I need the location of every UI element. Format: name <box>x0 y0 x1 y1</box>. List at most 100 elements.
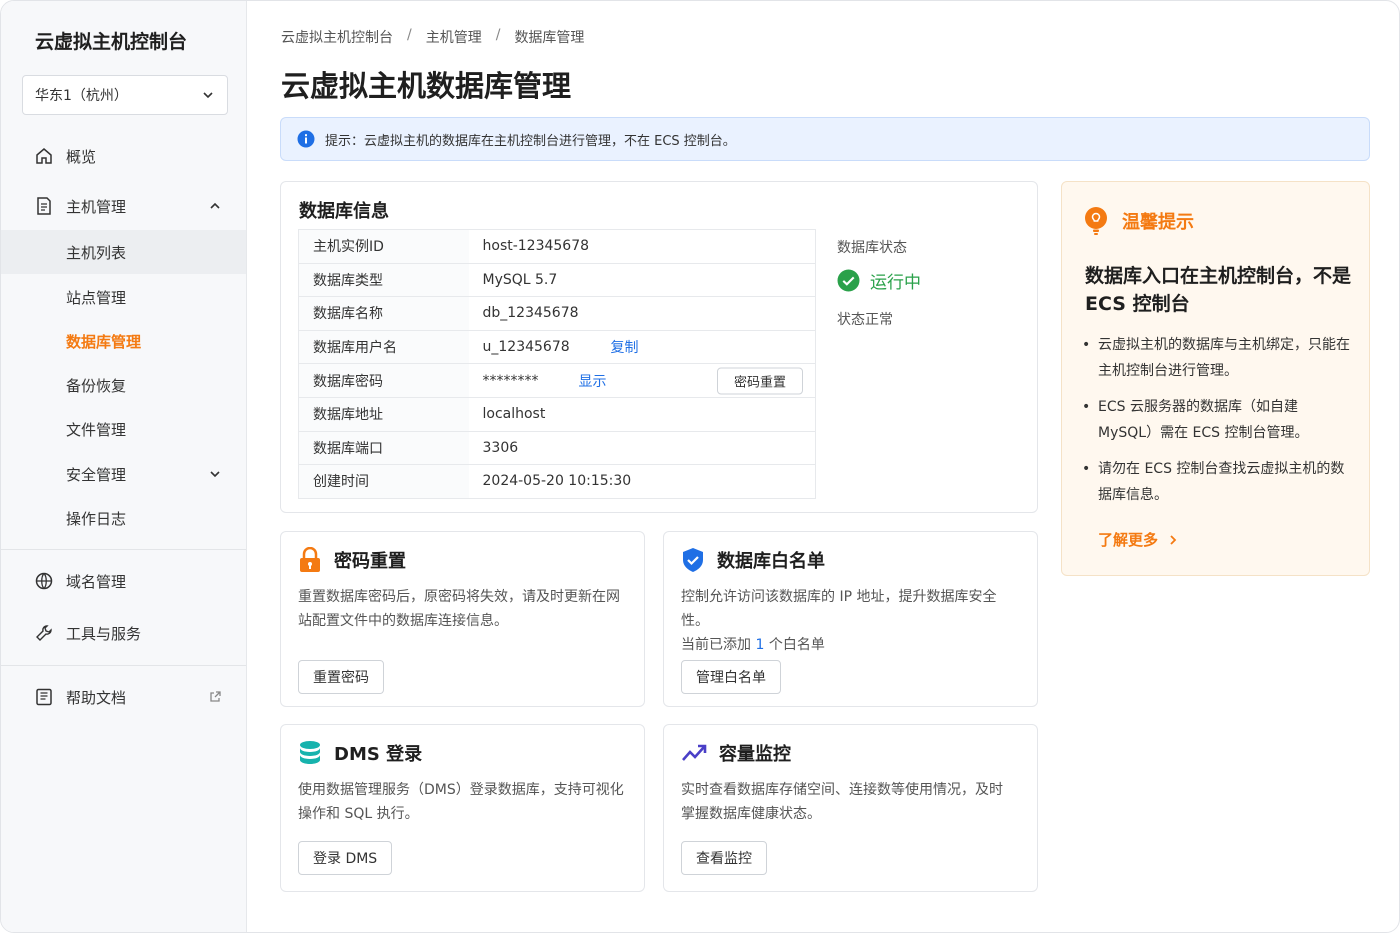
sidebar-item-database-management[interactable]: 数据库管理 <box>1 319 246 363</box>
card-title: 密码重置 <box>334 551 406 572</box>
sidebar-item-help-docs[interactable]: 帮助文档 <box>1 675 246 719</box>
sidebar: 云虚拟主机控制台 华东1（杭州） 概览 主机管理 主机列表 站点管理 数据库管理… <box>1 1 247 932</box>
sidebar-divider <box>1 549 246 550</box>
app-window: 云虚拟主机控制台 华东1（杭州） 概览 主机管理 主机列表 站点管理 数据库管理… <box>0 0 1400 933</box>
status-badge: 运行中 <box>837 268 921 293</box>
console-brand: 云虚拟主机控制台 <box>35 31 188 53</box>
dms-login-button[interactable]: 登录 DMS <box>298 841 393 875</box>
card-description: 实时查看数据库存储空间、连接数等使用情况，及时掌握数据库健康状态。 <box>681 782 1003 822</box>
breadcrumb-separator: / <box>495 27 501 43</box>
tip-card: 温馨提示 数据库入口在主机控制台，不是 ECS 控制台 云虚拟主机的数据库与主机… <box>1061 181 1370 576</box>
row-value: ******** <box>482 372 539 389</box>
sidebar-item-tools-services[interactable]: 工具与服务 <box>1 611 246 655</box>
sidebar-item-host-list[interactable]: 主机列表 <box>1 230 246 274</box>
count-value: 1 <box>755 637 765 653</box>
breadcrumb-host-management[interactable]: 主机管理 <box>426 27 482 47</box>
table-row: 数据库类型 MySQL 5.7 <box>298 262 816 298</box>
status-note: 状态正常 <box>837 312 893 328</box>
manage-whitelist-button[interactable]: 管理白名单 <box>681 660 781 694</box>
chevron-up-icon <box>210 202 220 209</box>
sidebar-item-backup-restore[interactable]: 备份恢复 <box>1 363 246 407</box>
lock-icon <box>300 547 320 572</box>
reset-password-button[interactable]: 重置密码 <box>298 660 384 694</box>
notice-text: 提示：云虚拟主机的数据库在主机控制台进行管理，不在 ECS 控制台。 <box>325 133 736 149</box>
table-row: 数据库地址 localhost <box>298 396 816 432</box>
row-key: 主机实例ID <box>298 229 469 264</box>
list-item: ECS 云服务器的数据库（如自建 MySQL）需在 ECS 控制台管理。 <box>1082 394 1352 446</box>
card-title: DMS 登录 <box>334 744 423 765</box>
database-info-table: 主机实例ID host-12345678 数据库类型 MySQL 5.7 数据库… <box>298 229 816 499</box>
row-key: 数据库端口 <box>298 430 469 466</box>
row-value: MySQL 5.7 <box>468 262 816 298</box>
sidebar-item-domain-management[interactable]: 域名管理 <box>1 559 246 603</box>
sidebar-item-label: 工具与服务 <box>66 624 142 643</box>
sidebar-item-operation-log[interactable]: 操作日志 <box>1 496 246 540</box>
card-header: 数据库白名单 <box>681 547 825 573</box>
breadcrumb-separator: / <box>407 27 412 43</box>
row-key: 数据库名称 <box>298 296 469 331</box>
row-key: 数据库密码 <box>298 363 469 398</box>
row-value: localhost <box>468 396 816 432</box>
breadcrumb: 云虚拟主机控制台 / 主机管理 / 数据库管理 <box>281 27 584 47</box>
table-row: 数据库端口 3306 <box>298 430 816 466</box>
database-info-card: 数据库信息 主机实例ID host-12345678 数据库类型 MySQL 5… <box>280 181 1038 513</box>
breadcrumb-console[interactable]: 云虚拟主机控制台 <box>281 27 393 47</box>
view-monitor-button[interactable]: 查看监控 <box>681 841 767 875</box>
chevron-down-icon <box>203 92 213 99</box>
sidebar-item-host-management[interactable]: 主机管理 <box>1 184 246 228</box>
row-key: 创建时间 <box>298 464 469 499</box>
table-row: 数据库密码 ******** 显示 密码重置 <box>298 363 816 398</box>
table-row: 数据库名称 db_12345678 <box>298 296 816 331</box>
chevron-down-icon <box>210 471 220 478</box>
card-description: 使用数据管理服务（DMS）登录数据库，支持可视化操作和 SQL 执行。 <box>298 782 624 822</box>
chevron-right-icon <box>1170 534 1177 545</box>
sidebar-item-label: 帮助文档 <box>66 688 127 707</box>
learn-more-link[interactable]: 了解更多 <box>1098 529 1178 550</box>
capacity-monitor-card: 容量监控 实时查看数据库存储空间、连接数等使用情况，及时掌握数据库健康状态。 查… <box>663 724 1038 892</box>
tip-list: 云虚拟主机的数据库与主机绑定，只能在主机控制台进行管理。 ECS 云服务器的数据… <box>1082 332 1352 518</box>
sidebar-item-overview[interactable]: 概览 <box>1 134 246 178</box>
sidebar-divider <box>1 665 246 666</box>
card-title: 容量监控 <box>719 744 791 765</box>
whitelist-count: 当前已添加 1 个白名单 <box>681 633 1011 657</box>
lightbulb-icon <box>1085 207 1107 235</box>
region-value: 华东1（杭州） <box>35 88 128 104</box>
trend-chart-icon <box>682 744 707 761</box>
card-header: 容量监控 <box>681 740 791 766</box>
sidebar-item-label: 概览 <box>66 147 97 166</box>
whitelist-card: 数据库白名单 控制允许访问该数据库的 IP 地址，提升数据库安全性。 当前已添加… <box>663 531 1038 707</box>
tip-header: 温馨提示 <box>1082 206 1194 236</box>
row-value: host-12345678 <box>468 229 816 264</box>
show-password-link[interactable]: 显示 <box>579 371 607 391</box>
sidebar-item-label: 安全管理 <box>66 465 127 484</box>
card-title: 数据库白名单 <box>717 551 825 572</box>
card-header: DMS 登录 <box>298 740 422 766</box>
sidebar-item-file-management[interactable]: 文件管理 <box>1 407 246 451</box>
sidebar-item-label: 主机管理 <box>66 197 127 216</box>
sidebar-item-site-management[interactable]: 站点管理 <box>1 275 246 319</box>
card-header: 密码重置 <box>298 547 406 573</box>
learn-more-label: 了解更多 <box>1098 531 1159 549</box>
info-icon <box>297 130 315 148</box>
password-reset-card: 密码重置 重置数据库密码后，原密码将失效，请及时更新在网站配置文件中的数据库连接… <box>280 531 645 707</box>
globe-icon <box>35 572 53 590</box>
copy-username-link[interactable]: 复制 <box>611 337 639 357</box>
row-value: u_12345678 <box>482 339 570 356</box>
notice-banner: 提示：云虚拟主机的数据库在主机控制台进行管理，不在 ECS 控制台。 <box>280 117 1370 161</box>
row-value: 2024-05-20 10:15:30 <box>468 464 816 499</box>
list-item: 云虚拟主机的数据库与主机绑定，只能在主机控制台进行管理。 <box>1082 332 1352 384</box>
row-key: 数据库类型 <box>298 262 469 298</box>
row-key: 数据库地址 <box>298 396 469 432</box>
region-select[interactable]: 华东1（杭州） <box>22 75 228 115</box>
row-value: db_12345678 <box>468 296 816 331</box>
document-icon <box>37 197 51 215</box>
card-title: 数据库信息 <box>299 201 389 222</box>
sidebar-item-security-management[interactable]: 安全管理 <box>1 452 246 496</box>
status-value: 运行中 <box>870 273 921 293</box>
database-icon <box>300 741 320 764</box>
home-icon <box>36 148 52 164</box>
sidebar-item-label: 域名管理 <box>66 572 127 591</box>
row-value-cell: ******** 显示 密码重置 <box>468 363 816 398</box>
password-reset-button[interactable]: 密码重置 <box>716 367 803 395</box>
table-row: 主机实例ID host-12345678 <box>298 229 816 264</box>
